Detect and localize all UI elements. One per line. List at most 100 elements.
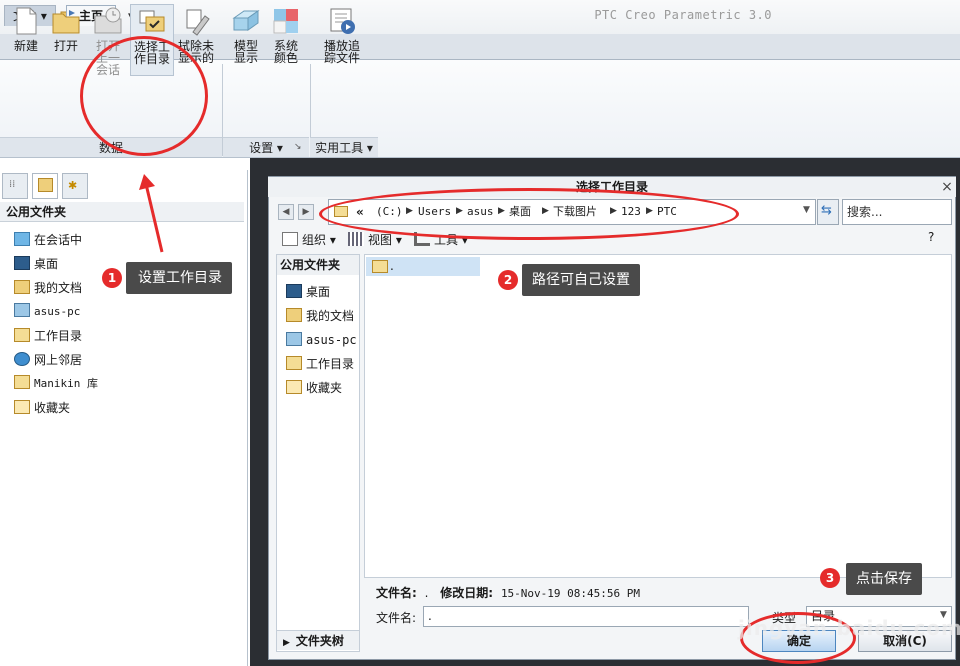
color-palette-icon [273, 9, 298, 34]
step-badge-1: 1 [102, 268, 122, 288]
folder-browser-icon [38, 178, 53, 192]
model-display-icon [232, 10, 260, 31]
monitor-icon [14, 232, 30, 246]
filename-label: 文件名: [376, 611, 417, 625]
select-directory-icon [139, 10, 165, 32]
step-badge-3: 3 [820, 568, 840, 588]
close-icon[interactable]: × [940, 179, 954, 195]
nav-item-my-documents[interactable]: 我的文档 [14, 278, 82, 298]
nav-item-label: 我的文档 [34, 281, 83, 295]
open-button[interactable]: 打开 [48, 4, 84, 76]
nav-item-favorites[interactable]: 收藏夹 [14, 398, 70, 418]
search-input[interactable]: 搜索... [842, 199, 952, 225]
nav-item-label: 在会话中 [34, 233, 83, 247]
trail-file-icon [330, 8, 355, 34]
favorites-folder-icon [14, 400, 30, 414]
organize-label: 组织 ▾ [302, 233, 336, 247]
computer-icon [286, 332, 302, 346]
back-icon[interactable]: ◀ [278, 204, 294, 220]
dialog-sidebar-label: asus-pc [306, 333, 357, 347]
play-trail-file-button[interactable]: 播放追踪文件 [320, 4, 364, 76]
documents-icon [14, 280, 30, 294]
folder-icon [372, 260, 388, 273]
nav-item-computer[interactable]: asus-pc [14, 302, 80, 322]
refresh-icon: ⇆ [821, 203, 832, 218]
favorites-tab[interactable]: ✱ [62, 173, 88, 199]
refresh-button[interactable]: ⇆ [817, 199, 839, 225]
documents-icon [286, 308, 302, 322]
favorites-icon: ✱ [68, 179, 78, 192]
open-folder-icon [52, 10, 80, 34]
open-session-icon [94, 7, 122, 34]
info-name-value: . [424, 586, 429, 600]
nav-item-label: Manikin 库 [34, 377, 98, 390]
forward-icon[interactable]: ▶ [298, 204, 314, 220]
dialog-sidebar-label: 桌面 [306, 285, 331, 299]
folder-browser-tab[interactable] [32, 173, 58, 199]
file-list [364, 254, 952, 578]
working-directory-icon [14, 328, 30, 342]
system-colors-button[interactable]: 系统颜色 [268, 4, 304, 76]
nav-item-working-directory[interactable]: 工作目录 [14, 326, 82, 346]
model-display-label: 模型显示 [233, 39, 258, 65]
nav-item-label: 网上邻居 [34, 353, 83, 367]
organize-icon [282, 232, 298, 246]
new-button[interactable]: 新建 [8, 4, 44, 76]
network-globe-icon [14, 352, 30, 366]
view-grid-icon [348, 232, 364, 246]
folder-tree-label: 文件夹树 [295, 634, 344, 648]
working-directory-icon [286, 356, 302, 370]
dialog-sidebar-label: 工作目录 [306, 357, 355, 371]
highlight-ring [319, 188, 739, 240]
nav-item-label: 桌面 [34, 257, 59, 271]
dialog-sidebar-item-computer[interactable]: asus-pc [286, 330, 357, 350]
navigator-header: 公用文件夹 [0, 202, 244, 222]
desktop-icon [14, 256, 30, 270]
nav-item-label: asus-pc [34, 305, 81, 318]
organize-menu[interactable]: 组织 ▾ [282, 231, 336, 249]
group-label-utilities[interactable]: 实用工具 ▾ [310, 137, 378, 157]
new-button-label: 新建 [13, 39, 38, 53]
dialog-sidebar-item-working-directory[interactable]: 工作目录 [286, 354, 354, 374]
computer-icon [14, 303, 30, 317]
dialog-launcher-icon[interactable]: ↘ [294, 142, 302, 152]
watermark: jingyan.baidu.com [738, 616, 960, 640]
filename-input[interactable]: . [423, 606, 749, 627]
dialog-sidebar-label: 我的文档 [306, 309, 355, 323]
model-display-button[interactable]: 模型显示 [228, 4, 264, 76]
callout-click-save: 点击保存 [846, 563, 922, 595]
callout-path-customizable: 路径可自己设置 [522, 264, 640, 296]
app-title: PTC Creo Parametric 3.0 [594, 8, 772, 22]
folder-tree-toggle[interactable]: ▶ 文件夹树 [277, 630, 359, 650]
nav-item-in-session[interactable]: 在会话中 [14, 230, 82, 250]
info-date-value: 15-Nov-19 08:45:56 PM [500, 587, 641, 600]
desktop-icon [286, 284, 302, 298]
dialog-sidebar-header: 公用文件夹 [277, 255, 359, 275]
nav-item-label: 收藏夹 [34, 401, 71, 415]
help-icon[interactable]: ? [928, 230, 934, 244]
nav-item-label: 工作目录 [34, 329, 83, 343]
callout-set-working-directory: 设置工作目录 [126, 262, 232, 294]
info-date-label: 修改日期: [440, 586, 494, 600]
step-badge-2: 2 [498, 270, 518, 290]
dialog-sidebar-item-my-documents[interactable]: 我的文档 [286, 306, 354, 326]
arrow-up-icon [139, 174, 164, 253]
eraser-icon [186, 9, 210, 36]
dialog-sidebar-label: 收藏夹 [306, 381, 343, 395]
highlight-ring [80, 36, 208, 156]
nav-item-desktop[interactable]: 桌面 [14, 254, 58, 274]
dialog-sidebar-item-favorites[interactable]: 收藏夹 [286, 378, 342, 398]
nav-item-manikin-library[interactable]: Manikin 库 [14, 374, 98, 394]
nav-item-network[interactable]: 网上邻居 [14, 350, 82, 370]
favorites-folder-icon [286, 380, 302, 394]
info-name-label: 文件名: [376, 586, 417, 600]
dialog-sidebar-item-desktop[interactable]: 桌面 [286, 282, 330, 302]
model-tree-icon: ⁞⁞ [9, 179, 16, 190]
open-button-label: 打开 [53, 39, 78, 53]
new-document-icon [16, 7, 37, 35]
library-folder-icon [14, 375, 30, 389]
view-label: 视图 ▾ [368, 233, 402, 247]
file-info-line: 文件名: . 修改日期: 15-Nov-19 08:45:56 PM [376, 584, 640, 601]
address-dropdown-icon[interactable]: ▼ [803, 205, 810, 215]
model-tree-tab[interactable]: ⁞⁞ [2, 173, 28, 199]
